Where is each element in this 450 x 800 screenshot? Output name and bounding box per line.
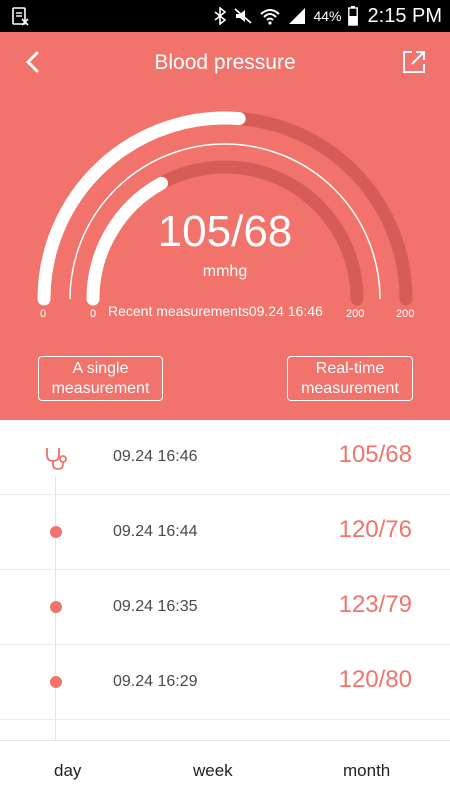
measurement-list: 09.24 16:46 105/68 09.24 16:44 120/76 09… bbox=[0, 420, 450, 740]
period-tab-bar: day week month bbox=[0, 740, 450, 800]
hero-panel: Blood pressure 105/68 mmhg Recent measur… bbox=[0, 32, 450, 420]
wifi-icon bbox=[260, 9, 281, 25]
current-reading: 105/68 bbox=[157, 207, 293, 256]
tab-day[interactable]: day bbox=[54, 761, 81, 781]
bluetooth-icon bbox=[214, 7, 227, 25]
stethoscope-icon bbox=[42, 444, 70, 472]
list-item[interactable]: 09.24 16:44 120/76 bbox=[0, 495, 450, 570]
realtime-measurement-line2: measurement bbox=[301, 380, 399, 397]
inner-max-tick: 200 bbox=[346, 308, 365, 320]
measurement-value: 120/80 bbox=[338, 666, 412, 693]
realtime-measurement-line1: Real-time bbox=[315, 360, 385, 377]
outer-min-tick: 0 bbox=[40, 308, 47, 320]
single-measurement-line1: A single bbox=[72, 360, 129, 377]
measurement-value: 120/76 bbox=[338, 516, 412, 543]
list-item[interactable]: 09.24 16:29 120/80 bbox=[0, 645, 450, 720]
single-measurement-line2: measurement bbox=[51, 380, 150, 397]
sim-card-icon bbox=[12, 7, 29, 26]
list-item[interactable]: 09.24 16:35 123/79 bbox=[0, 570, 450, 645]
measurement-value: 123/79 bbox=[338, 591, 412, 618]
tab-month[interactable]: month bbox=[343, 761, 390, 781]
timeline-dot bbox=[50, 676, 62, 688]
recent-measurement-label: Recent measurements09.24 16:46 bbox=[108, 303, 323, 319]
clock: 2:15 PM bbox=[367, 4, 442, 27]
single-measurement-button[interactable]: A single measurement bbox=[38, 356, 163, 401]
timeline-dot bbox=[50, 526, 62, 538]
list-item[interactable]: 09.24 16:46 105/68 bbox=[0, 420, 450, 495]
share-icon[interactable] bbox=[400, 48, 428, 76]
reading-unit: mmhg bbox=[202, 263, 248, 280]
measurement-value: 105/68 bbox=[338, 441, 412, 468]
realtime-measurement-button[interactable]: Real-time measurement bbox=[287, 356, 413, 401]
battery-percent: 44% bbox=[313, 8, 342, 24]
measurement-time: 09.24 16:35 bbox=[113, 598, 198, 615]
status-bar: 44% 2:15 PM bbox=[0, 0, 450, 32]
tab-week[interactable]: week bbox=[193, 761, 233, 781]
mute-icon bbox=[234, 8, 253, 24]
measurement-time: 09.24 16:46 bbox=[113, 448, 198, 465]
measurement-time: 09.24 16:29 bbox=[113, 673, 198, 690]
outer-max-tick: 200 bbox=[396, 308, 415, 320]
timeline-dot bbox=[50, 601, 62, 613]
page-title: Blood pressure bbox=[154, 51, 296, 74]
signal-icon bbox=[289, 8, 306, 24]
inner-min-tick: 0 bbox=[90, 308, 97, 320]
measurement-time: 09.24 16:44 bbox=[113, 523, 198, 540]
battery-icon bbox=[347, 6, 358, 26]
